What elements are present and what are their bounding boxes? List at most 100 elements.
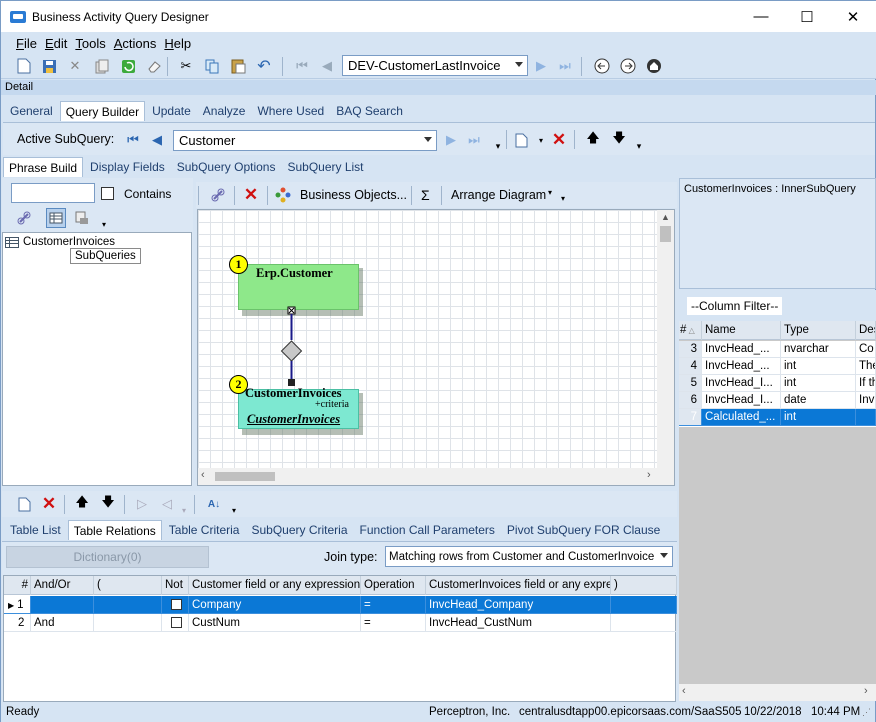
menu-actions[interactable]: Actions [114,36,157,51]
relation-cell-not[interactable] [162,614,189,632]
move-down-icon[interactable]: 🡇 [98,494,118,514]
relation-cell-op[interactable]: = [361,596,426,614]
relation-cell-n[interactable]: ▶ 1 [4,596,31,614]
new-icon[interactable] [14,56,34,76]
menu-file[interactable]: File [16,36,37,51]
prev-subquery-icon[interactable]: ◀ [147,130,167,150]
dictionary-button[interactable]: Dictionary(0) [6,546,209,568]
column-row[interactable]: 6 InvcHead_I... date Inv [679,392,876,410]
tab-pivot-subquery[interactable]: Pivot SubQuery FOR Clause [502,520,665,540]
overflow-chevron-icon[interactable]: ▾ [561,194,565,203]
overflow-chevron-icon[interactable]: ▾ [488,136,508,156]
table-node-customer[interactable]: Erp.Customer [238,264,359,310]
tab-subquery-options[interactable]: SubQuery Options [172,157,281,177]
copy-doc-icon[interactable] [92,56,112,76]
join-type-combo[interactable]: Matching rows from Customer and Customer… [385,546,673,567]
tab-table-criteria[interactable]: Table Criteria [164,520,245,540]
delete-icon[interactable]: ✕ [65,56,85,76]
menu-tools[interactable]: Tools [75,36,105,51]
relation-cell-field[interactable]: Company [189,596,361,614]
relation-cell-andor[interactable]: And [31,614,94,632]
print-table-icon[interactable] [72,208,92,228]
horizontal-scrollbar[interactable]: ‹ › [679,684,876,701]
column-row[interactable]: 4InvcHead_...intThe [679,358,876,376]
relation-cell-field2[interactable]: InvcHead_CustNum [426,614,611,632]
forward-circle-icon[interactable] [618,56,638,76]
undo-icon[interactable]: ↶ [254,56,274,76]
not-checkbox[interactable] [171,599,182,611]
sort-az-icon[interactable]: A↓ [204,494,224,514]
relation-cell-field[interactable]: CustNum [189,614,361,632]
search-input[interactable] [11,183,95,203]
new-dropdown-chevron-icon[interactable]: ▾ [531,130,551,150]
tab-table-relations[interactable]: Table Relations [67,520,162,540]
next-record-icon[interactable]: ▶ [531,56,551,76]
tab-baq-search[interactable]: BAQ Search [331,101,408,121]
query-id-combo[interactable]: DEV-CustomerLastInvoice [342,55,528,76]
join-connector[interactable] [278,305,308,387]
arrange-diagram-button[interactable]: Arrange Diagram [451,188,546,202]
table-view-icon[interactable] [46,208,66,228]
overflow-chevron-icon[interactable]: ▾ [224,500,244,520]
last-record-icon[interactable]: ⏭ [555,56,575,76]
relation-cell-close[interactable] [611,596,677,614]
column-row[interactable]: 3 InvcHead_... nvarchar Co [679,341,876,359]
business-objects-button[interactable]: Business Objects... [300,188,407,202]
not-checkbox[interactable] [171,617,182,629]
rel-header-close-paren[interactable]: ) [611,576,677,595]
move-up-icon[interactable]: 🡅 [72,494,92,514]
home-circle-icon[interactable] [644,56,664,76]
rel-header-andor[interactable]: And/Or [31,576,94,595]
last-subquery-icon[interactable]: ⏭ [464,130,484,150]
link-icon[interactable] [208,185,228,205]
tab-query-builder[interactable]: Query Builder [59,101,146,121]
column-row[interactable]: 5InvcHead_I...intIf th [679,375,876,393]
indent-right-icon[interactable]: ▷ [132,494,152,514]
save-icon[interactable] [39,56,59,76]
col-header-desc[interactable]: Des [856,321,876,340]
menu-edit[interactable]: Edit [45,36,67,51]
col-header-name[interactable]: Name [702,321,781,340]
contains-checkbox[interactable] [101,187,114,200]
relation-cell-op[interactable]: = [361,614,426,632]
resize-grip-icon[interactable]: ⋰ [862,707,871,718]
vertical-scrollbar[interactable]: ▲ [657,210,674,468]
tab-function-call-parameters[interactable]: Function Call Parameters [355,520,500,540]
tab-where-used[interactable]: Where Used [252,101,329,121]
next-subquery-icon[interactable]: ▶ [441,130,461,150]
delete-subquery-icon[interactable]: ✕ [549,130,569,150]
tab-update[interactable]: Update [147,101,196,121]
horizontal-scrollbar[interactable]: ‹ › [198,468,674,485]
column-filter-tab[interactable]: --Column Filter-- [687,297,783,315]
paste-icon[interactable] [228,56,248,76]
menu-help[interactable]: Help [164,36,191,51]
table-node-customerinvoices[interactable]: CustomerInvoices +criteria CustomerInvoi… [238,386,359,429]
rel-header-open-paren[interactable]: ( [94,576,162,595]
first-record-icon[interactable]: ⏮ [292,56,312,76]
tab-display-fields[interactable]: Display Fields [85,157,170,177]
relation-cell-close[interactable] [611,614,677,632]
new-relation-icon[interactable] [14,494,34,514]
relation-cell-not[interactable] [162,596,189,614]
rel-header-not[interactable]: Not [162,576,189,595]
close-button[interactable]: ✕ [830,1,876,32]
col-header-type[interactable]: Type [781,321,856,340]
sigma-button[interactable]: Σ [421,187,430,203]
tab-subquery-criteria[interactable]: SubQuery Criteria [246,520,352,540]
relation-cell-field2[interactable]: InvcHead_Company [426,596,611,614]
tab-phrase-build[interactable]: Phrase Build [3,157,84,177]
rel-header-right-field[interactable]: CustomerInvoices field or any expre [426,576,611,595]
delete-object-icon[interactable]: ✕ [241,185,261,205]
rel-header-operation[interactable]: Operation [361,576,426,595]
active-subquery-combo[interactable]: Customer [173,130,437,151]
column-row[interactable]: 7 Calculated_... int [679,409,876,427]
link-icon[interactable] [14,208,34,228]
rel-header-left-field[interactable]: Customer field or any expression [189,576,361,595]
overflow-chevron-icon[interactable]: ▾ [629,136,649,156]
eraser-icon[interactable] [144,56,164,76]
overflow-chevron-icon[interactable]: ▾ [94,214,114,234]
tab-table-list[interactable]: Table List [5,520,66,540]
overflow-chevron-icon[interactable]: ▾ [174,500,194,520]
arrange-chevron-icon[interactable]: ▾ [548,188,552,197]
copy-icon[interactable] [202,56,222,76]
